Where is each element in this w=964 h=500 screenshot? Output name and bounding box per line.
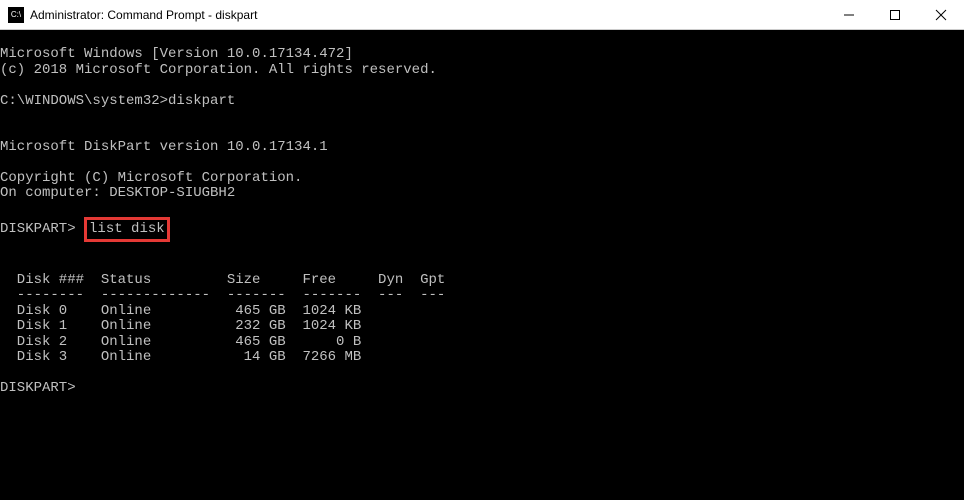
app-icon: C:\ bbox=[8, 7, 24, 23]
table-row: Disk 2 Online 465 GB 0 B bbox=[0, 334, 361, 350]
highlight-list-disk: list disk bbox=[84, 217, 170, 243]
titlebar[interactable]: C:\ Administrator: Command Prompt - disk… bbox=[0, 0, 964, 30]
cmd-diskpart: diskpart bbox=[168, 93, 235, 109]
table-header: Disk ### Status Size Free Dyn Gpt bbox=[0, 272, 445, 288]
table-divider: -------- ------------- ------- ------- -… bbox=[0, 287, 445, 303]
blank-line bbox=[0, 364, 8, 380]
window-controls bbox=[826, 0, 964, 29]
os-version-line: Microsoft Windows [Version 10.0.17134.47… bbox=[0, 46, 353, 62]
diskpart-version-line: Microsoft DiskPart version 10.0.17134.1 bbox=[0, 139, 328, 155]
os-copyright-line: (c) 2018 Microsoft Corporation. All righ… bbox=[0, 62, 437, 78]
cmd-prompt-path: C:\WINDOWS\system32> bbox=[0, 93, 168, 109]
window-title: Administrator: Command Prompt - diskpart bbox=[30, 8, 826, 22]
blank-line bbox=[0, 154, 8, 170]
blank-line bbox=[0, 200, 8, 216]
window-frame: C:\ Administrator: Command Prompt - disk… bbox=[0, 0, 964, 500]
close-button[interactable] bbox=[918, 0, 964, 29]
cmd-prompt-line: C:\WINDOWS\system32>diskpart bbox=[0, 94, 964, 109]
table-row: Disk 3 Online 14 GB 7266 MB bbox=[0, 349, 361, 365]
diskpart-final-prompt: DISKPART> bbox=[0, 380, 76, 396]
minimize-button[interactable] bbox=[826, 0, 872, 29]
diskpart-prompt-line: DISKPART> list disk bbox=[0, 217, 964, 243]
computer-name-line: On computer: DESKTOP-SIUGBH2 bbox=[0, 185, 235, 201]
blank-line bbox=[0, 77, 8, 93]
table-row: Disk 1 Online 232 GB 1024 KB bbox=[0, 318, 361, 334]
diskpart-copyright-line: Copyright (C) Microsoft Corporation. bbox=[0, 170, 302, 186]
diskpart-prompt-label: DISKPART> bbox=[0, 221, 76, 237]
table-row: Disk 0 Online 465 GB 1024 KB bbox=[0, 303, 361, 319]
blank-line bbox=[0, 257, 8, 273]
terminal-area[interactable]: Microsoft Windows [Version 10.0.17134.47… bbox=[0, 30, 964, 500]
maximize-button[interactable] bbox=[872, 0, 918, 29]
blank-line bbox=[0, 123, 8, 139]
